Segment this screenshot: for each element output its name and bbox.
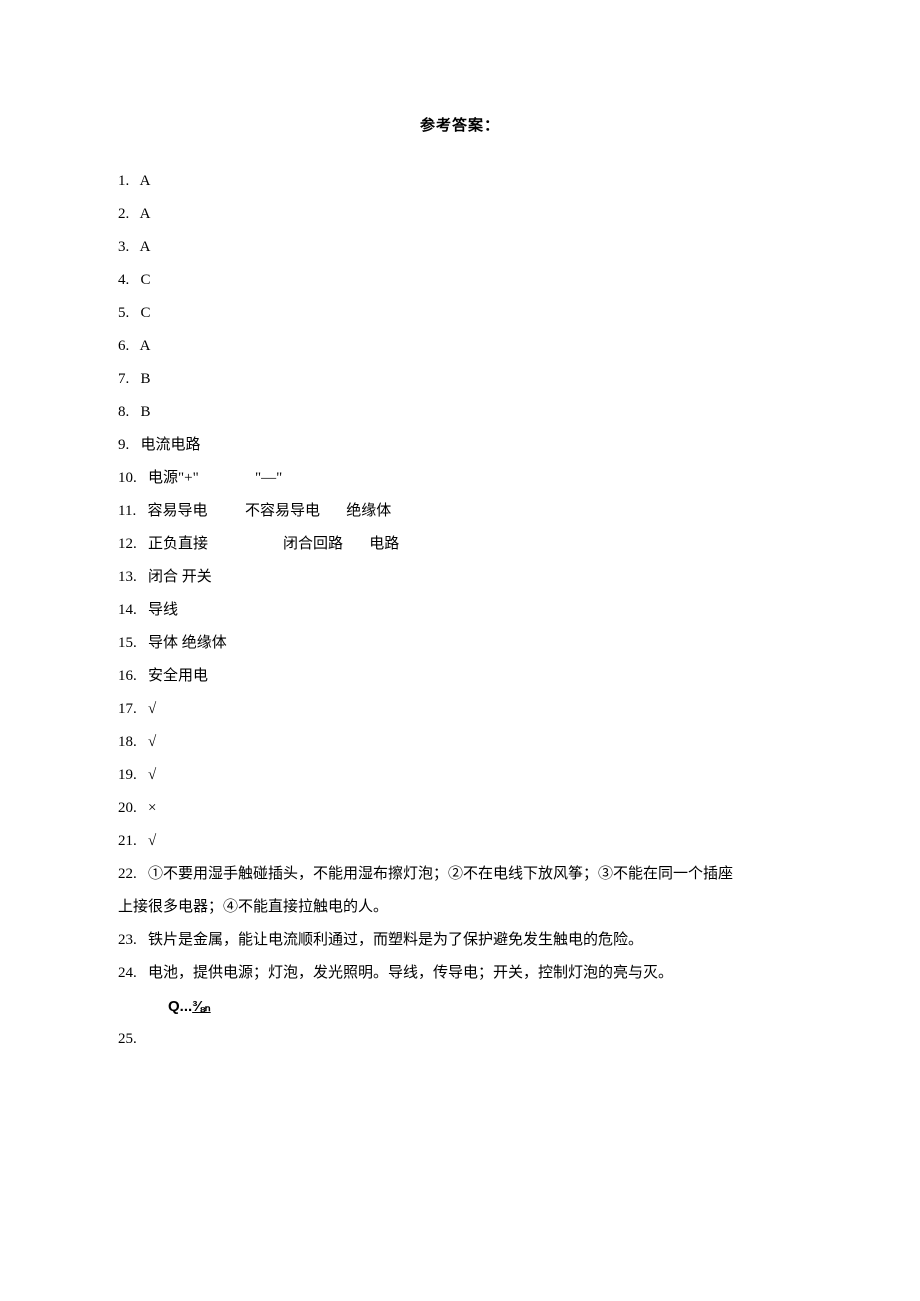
page-title: 参考答案： xyxy=(118,110,802,143)
answer-1: 1. A xyxy=(118,165,802,198)
answer-13: 13. 闭合 开关 xyxy=(118,561,802,594)
answer-24: 24. 电池，提供电源；灯泡，发光照明。导线，传导电；开关，控制灯泡的亮与灭。 xyxy=(118,957,802,990)
answer-16: 16. 安全用电 xyxy=(118,660,802,693)
answer-25: 25. xyxy=(118,1023,802,1056)
answer-6: 6. A xyxy=(118,330,802,363)
answer-17: 17. √ xyxy=(118,693,802,726)
answer-20: 20. × xyxy=(118,792,802,825)
answer-9: 9. 电流电路 xyxy=(118,429,802,462)
answer-7: 7. B xyxy=(118,363,802,396)
answer-22-line2: 上接很多电器；④不能直接拉触电的人。 xyxy=(118,891,802,924)
answer-5: 5. C xyxy=(118,297,802,330)
answer-3: 3. A xyxy=(118,231,802,264)
answer-23: 23. 铁片是金属，能让电流顺利通过，而塑料是为了保护避免发生触电的危险。 xyxy=(118,924,802,957)
answer-18: 18. √ xyxy=(118,726,802,759)
answer-11: 11. 容易导电 不容易导电 绝缘体 xyxy=(118,495,802,528)
answer-14: 14. 导线 xyxy=(118,594,802,627)
answer-25-symbol: Q...⅜ₙ xyxy=(118,990,802,1023)
answer-22-line1: 22. ①不要用湿手触碰插头，不能用湿布擦灯泡；②不在电线下放风筝；③不能在同一… xyxy=(118,858,802,891)
answer-10: 10. 电源"+" "—" xyxy=(118,462,802,495)
answer-8: 8. B xyxy=(118,396,802,429)
answer-4: 4. C xyxy=(118,264,802,297)
answer-15: 15. 导体 绝缘体 xyxy=(118,627,802,660)
answer-12: 12. 正负直接 闭合回路 电路 xyxy=(118,528,802,561)
answer-19: 19. √ xyxy=(118,759,802,792)
answer-2: 2. A xyxy=(118,198,802,231)
answer-21: 21. √ xyxy=(118,825,802,858)
